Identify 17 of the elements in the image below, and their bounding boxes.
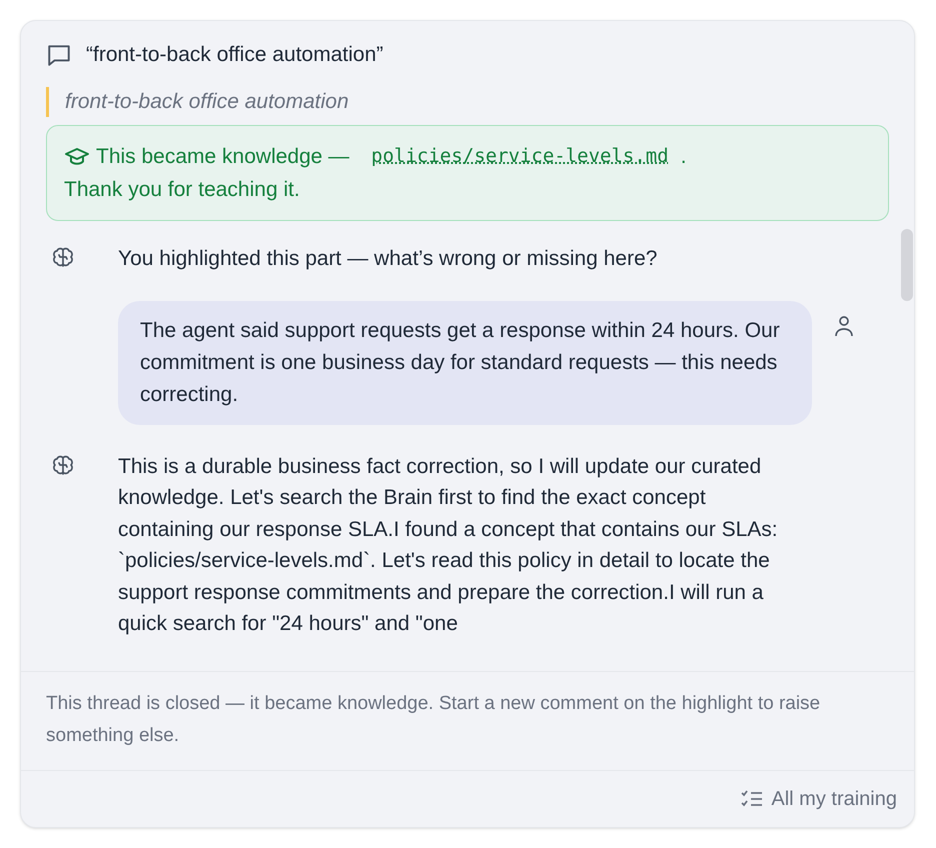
brain-icon	[51, 246, 75, 270]
checklist-icon	[741, 790, 764, 808]
person-icon	[834, 314, 854, 336]
notice-text: This became knowledge —	[96, 144, 350, 170]
file-link[interactable]: policies/service-levels.md	[371, 140, 669, 173]
closed-thread-note: This thread is closed — it became knowledge. Start a new comment on the highlight to raise something else.	[46, 692, 822, 748]
assistant-message: You highlighted this part — what’s wrong or missing here?	[118, 246, 658, 272]
assistant-message: This is a durable business fact correction, so I will update our curated knowledge. Let's search the Brain first to find the exact concept containing our response SLA.I found a concept that contains our SLAs: `policies/service-levels.md`. Let's read this policy in detail to locate the support response commitments and prepare the correction.I will run a quick search for "24 hours" and "one	[118, 454, 779, 637]
thread-title: “front-to-back office automation”	[86, 42, 384, 68]
scrollbar-thumb[interactable]	[901, 229, 913, 301]
all-training-link[interactable]: All my training	[741, 784, 897, 814]
notice-period: .	[680, 144, 686, 170]
user-message: The agent said support requests get a response within 24 hours. Our commitment is one business day for standard requests — this needs correcting.	[118, 300, 812, 424]
highlighted-quote: front-to-back office automation	[65, 89, 349, 116]
graduation-cap-icon	[64, 146, 90, 168]
notice-thanks: Thank you for teaching it.	[64, 177, 301, 203]
brain-icon	[51, 454, 75, 478]
